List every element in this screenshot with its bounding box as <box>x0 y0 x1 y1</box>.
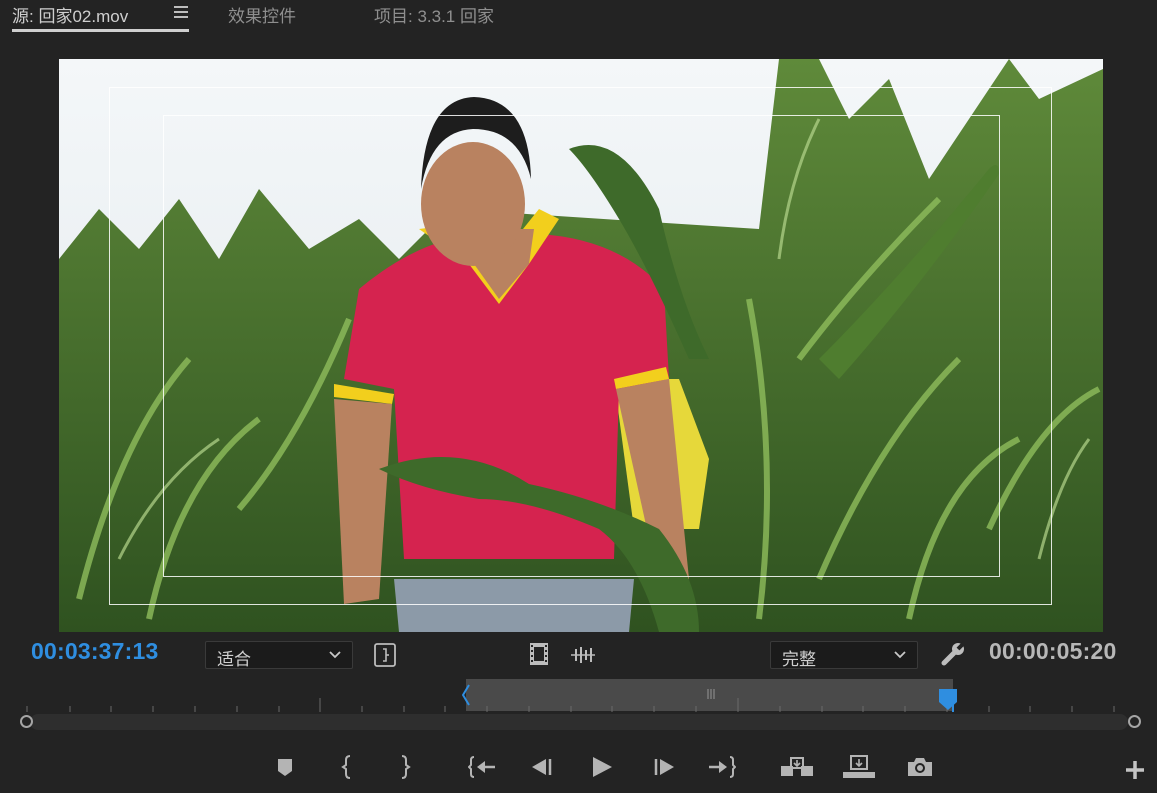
zoom-level-value: 适合 <box>217 650 251 669</box>
camera-icon[interactable] <box>906 754 934 780</box>
in-point-marker[interactable] <box>462 684 470 706</box>
step-back-button[interactable] <box>530 754 554 780</box>
panel-tab-bar: 源: 回家02.mov 效果控件 项目: 3.3.1 回家 <box>0 0 1157 36</box>
add-marker-button[interactable] <box>275 754 295 780</box>
overwrite-button[interactable] <box>842 754 876 780</box>
tab-effect-controls[interactable]: 效果控件 <box>228 2 296 27</box>
active-tab-indicator <box>12 29 189 32</box>
range-grip-icon[interactable] <box>705 688 717 700</box>
source-monitor-video[interactable] <box>59 59 1103 632</box>
mark-in-button[interactable] <box>340 754 356 780</box>
tab-source[interactable]: 源: 回家02.mov <box>12 2 128 27</box>
bracket-icon[interactable] <box>374 643 396 667</box>
zoom-handle-right[interactable] <box>1128 715 1141 728</box>
duration-timecode: 00:00:05:20 <box>989 638 1117 664</box>
zoom-level-select[interactable]: 适合 <box>205 641 353 669</box>
wrench-icon[interactable] <box>940 641 966 667</box>
step-forward-button[interactable] <box>652 754 676 780</box>
zoom-handle-left[interactable] <box>20 715 33 728</box>
go-to-in-button[interactable] <box>468 754 496 780</box>
chevron-down-icon <box>894 651 906 659</box>
playback-resolution-select[interactable]: 完整 <box>770 641 918 669</box>
mark-out-button[interactable] <box>396 754 412 780</box>
film-icon[interactable] <box>528 642 550 666</box>
hamburger-icon[interactable] <box>174 6 188 21</box>
go-to-out-button[interactable] <box>708 754 736 780</box>
zoom-scroll-bar[interactable] <box>30 714 1128 730</box>
time-ruler[interactable] <box>0 694 1157 714</box>
tab-project[interactable]: 项目: 3.3.1 回家 <box>374 2 494 27</box>
playhead-timecode[interactable]: 00:03:37:13 <box>31 638 159 665</box>
play-button[interactable] <box>590 754 614 780</box>
chevron-down-icon <box>329 651 341 659</box>
waveform-icon[interactable] <box>570 645 596 665</box>
plus-icon[interactable] <box>1124 757 1146 783</box>
insert-button[interactable] <box>780 754 814 780</box>
playhead-marker[interactable] <box>938 688 958 712</box>
video-frame <box>59 59 1103 632</box>
playback-resolution-value: 完整 <box>782 650 816 669</box>
